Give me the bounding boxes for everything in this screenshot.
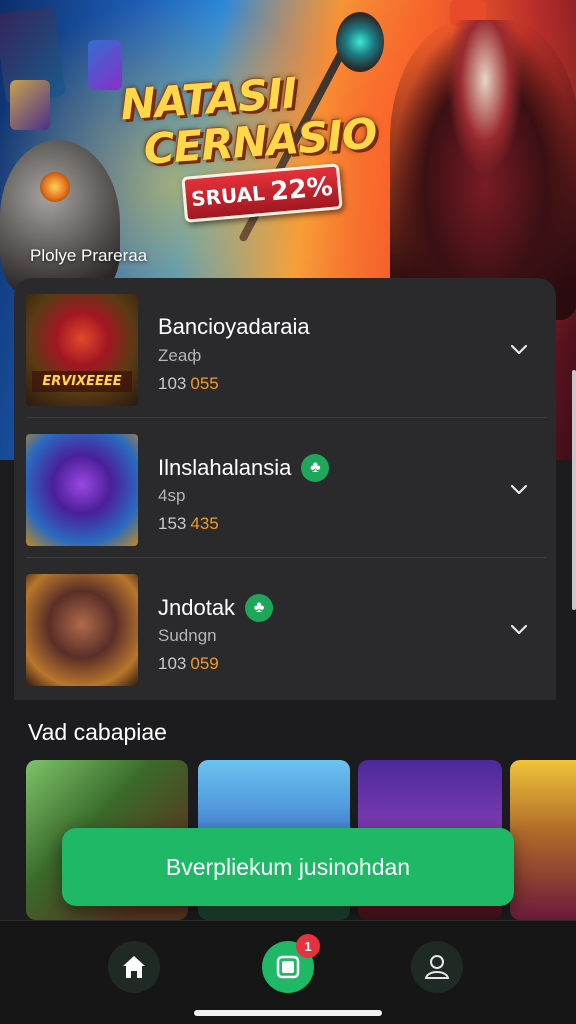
list-item[interactable]: Jndotak ♣ Sudngn 103 059 xyxy=(14,560,546,698)
hero-title: NATASII CERNASIO xyxy=(119,66,378,175)
hero-decor-panel xyxy=(88,40,122,90)
game-stat-count: 103 xyxy=(158,374,187,393)
game-stat-count: 103 xyxy=(158,654,187,673)
list-item[interactable]: Ilnslahalansia ♣ 4sp 153 435 xyxy=(14,420,546,558)
game-title-text: Bancioyadaraia xyxy=(158,314,310,339)
game-subtitle: Sudngn xyxy=(158,626,217,645)
chevron-down-icon[interactable] xyxy=(508,338,530,360)
game-title-text: Jndotak xyxy=(158,595,236,620)
thumbnail-logo: ERVIXEEEE xyxy=(32,371,132,392)
game-subtitle: 4sp xyxy=(158,486,186,505)
hero-warrior-artwork xyxy=(390,20,576,320)
carousel-tile[interactable] xyxy=(510,760,576,920)
divider xyxy=(26,417,546,418)
game-title: Ilnslahalansia ♣ xyxy=(158,454,330,482)
notification-badge: 1 xyxy=(296,934,320,958)
scrollbar[interactable] xyxy=(572,370,576,610)
clover-badge-icon: ♣ xyxy=(245,594,274,622)
game-thumbnail: ERVIXEEEE xyxy=(26,294,138,406)
game-stat-count: 153 xyxy=(158,514,187,533)
hero-robot-eye xyxy=(40,172,70,202)
home-icon xyxy=(123,956,145,978)
section-title: Vad cabapiae xyxy=(28,719,167,745)
hero-promo-badge: SRUAL 22% xyxy=(181,163,343,223)
game-stat-highlight: 435 xyxy=(190,514,219,533)
hero-staff-gem xyxy=(336,12,384,72)
clover-badge-icon: ♣ xyxy=(301,454,330,482)
game-stat-highlight: 059 xyxy=(190,654,219,673)
hero-promo-value: 22% xyxy=(269,171,334,208)
game-stats: 103 055 xyxy=(158,374,219,394)
hero-caption: Plolye Prareraa xyxy=(30,246,148,265)
game-thumbnail xyxy=(26,434,138,546)
hero-robot-artwork xyxy=(0,140,120,300)
nav-home-button[interactable] xyxy=(108,941,160,993)
home-indicator[interactable] xyxy=(194,1010,382,1016)
profile-icon xyxy=(424,955,450,979)
list-item[interactable]: ERVIXEEEE Bancioyadaraia Zeaф 103 055 xyxy=(14,280,546,418)
hero-decor-panel xyxy=(10,80,50,130)
game-stats: 103 059 xyxy=(158,654,219,674)
game-stat-highlight: 055 xyxy=(190,374,219,393)
nav-profile-button[interactable] xyxy=(411,941,463,993)
game-title-text: Ilnslahalansia xyxy=(158,455,292,480)
game-title: Jndotak ♣ xyxy=(158,594,274,622)
game-stats: 153 435 xyxy=(158,514,219,534)
bottom-nav xyxy=(0,920,576,1024)
library-icon xyxy=(276,955,300,979)
hero-promo-label: SRUAL xyxy=(190,180,266,212)
chevron-down-icon[interactable] xyxy=(508,618,530,640)
chevron-down-icon[interactable] xyxy=(508,478,530,500)
game-thumbnail xyxy=(26,574,138,686)
game-list: ERVIXEEEE Bancioyadaraia Zeaф 103 055 Iln… xyxy=(14,278,556,700)
divider xyxy=(26,557,546,558)
game-title: Bancioyadaraia xyxy=(158,314,310,340)
game-subtitle: Zeaф xyxy=(158,346,202,365)
primary-cta-button[interactable]: Bverpliekum jusinohdan xyxy=(62,828,514,906)
